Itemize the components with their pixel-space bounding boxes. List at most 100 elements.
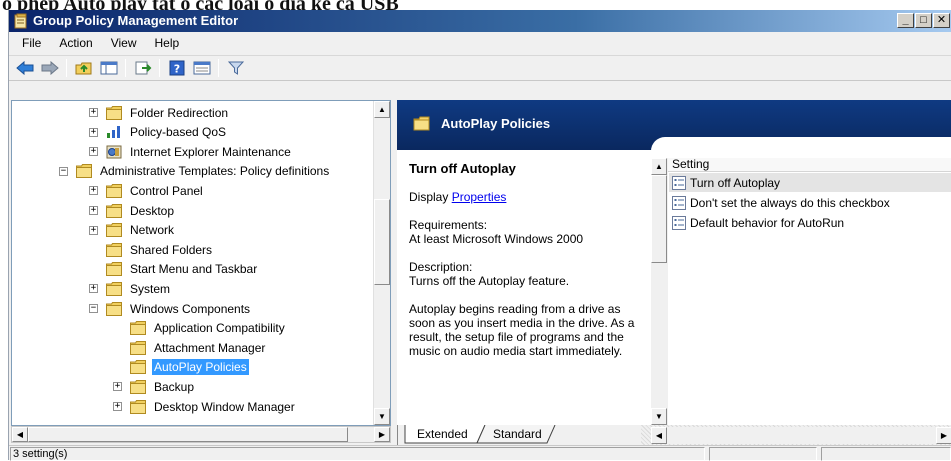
expand-icon[interactable]: + xyxy=(89,186,98,196)
expand-icon[interactable]: + xyxy=(89,127,98,137)
toolbar-separator xyxy=(125,59,126,77)
tree-item[interactable]: + Control Panel xyxy=(89,181,205,200)
description-block: Description: Turns off the Autoplay feat… xyxy=(409,260,650,288)
folder-icon xyxy=(106,242,122,257)
settings-vertical-scrollbar[interactable]: ▲ ▼ xyxy=(651,158,668,425)
description-body: Autoplay begins reading from a drive as … xyxy=(409,302,635,358)
requirements-value: At least Microsoft Windows 2000 xyxy=(409,232,584,246)
setting-label: Don't set the always do this checkbox xyxy=(690,195,890,210)
tree-item-label: Control Panel xyxy=(130,183,203,198)
status-setting-count: 3 setting(s) xyxy=(10,447,705,461)
requirements-block: Requirements: At least Microsoft Windows… xyxy=(409,218,650,246)
show-hide-tree-button[interactable] xyxy=(97,57,120,79)
tree-item[interactable]: + Policy-based QoS xyxy=(89,123,228,142)
collapse-icon[interactable]: − xyxy=(59,166,68,176)
setting-label: Turn off Autoplay xyxy=(690,175,781,190)
console-tree-icon xyxy=(100,61,117,75)
settings-horizontal-scrollbar[interactable]: ◀ ▶ xyxy=(651,427,951,444)
console-tree[interactable]: + Folder Redirection + Policy-based QoS + Int… xyxy=(11,100,391,426)
toolbar: ? xyxy=(9,55,951,81)
menu-file[interactable]: File xyxy=(13,32,50,54)
tree-item-label: Windows Components xyxy=(130,301,251,316)
collapse-icon[interactable]: − xyxy=(89,304,98,313)
settings-list[interactable]: ▲ ▼ Setting Turn off Autoplay Don't set t… xyxy=(651,137,951,425)
menu-view[interactable]: View xyxy=(102,32,146,54)
back-button[interactable] xyxy=(13,57,36,79)
scroll-thumb[interactable] xyxy=(374,199,390,285)
tree-item-label: Internet Explorer Maintenance xyxy=(130,144,291,159)
help-button[interactable]: ? xyxy=(165,57,188,79)
expand-icon[interactable]: + xyxy=(113,382,122,392)
tree-item[interactable]: − Windows Components xyxy=(89,299,252,318)
qos-chart-icon xyxy=(107,126,120,139)
tree-item[interactable]: + System xyxy=(89,279,172,298)
tree-vertical-scrollbar[interactable]: ▲ ▼ xyxy=(373,101,390,425)
svg-text:?: ? xyxy=(173,63,179,76)
properties-link[interactable]: Properties xyxy=(452,190,507,204)
export-list-icon xyxy=(135,61,151,75)
expand-icon[interactable]: + xyxy=(89,225,98,235)
tree-item-label: AutoPlay Policies xyxy=(152,359,249,376)
description-value: Turns off the Autoplay feature. xyxy=(409,274,570,288)
tree-item[interactable]: + Network xyxy=(89,221,176,240)
scroll-up-arrow[interactable]: ▲ xyxy=(651,158,667,175)
tree-item[interactable]: AutoPlay Policies xyxy=(113,358,249,377)
display-prefix: Display xyxy=(409,190,452,204)
maximize-button[interactable]: □ xyxy=(915,13,932,28)
menu-help[interactable]: Help xyxy=(146,32,189,54)
scroll-left-arrow[interactable]: ◀ xyxy=(651,427,667,444)
expand-icon[interactable]: + xyxy=(89,284,98,294)
expand-icon[interactable]: + xyxy=(89,108,98,117)
close-button[interactable]: ✕ xyxy=(933,13,950,28)
tree-item-label: System xyxy=(130,281,171,296)
scroll-thumb[interactable] xyxy=(28,427,348,442)
tree-item[interactable]: Attachment Manager xyxy=(113,338,267,357)
properties-view-button[interactable] xyxy=(190,57,213,79)
expand-icon[interactable]: + xyxy=(113,402,122,411)
scroll-right-arrow[interactable]: ▶ xyxy=(936,427,951,444)
toolbar-separator xyxy=(66,59,67,77)
forward-button[interactable] xyxy=(38,57,61,79)
folder-icon xyxy=(106,281,122,296)
tree-item[interactable]: − Administrative Templates: Policy defini… xyxy=(59,162,331,181)
tree-item-label: Policy-based QoS xyxy=(130,125,227,140)
tree-item[interactable]: Start Menu and Taskbar xyxy=(89,260,259,279)
setting-row[interactable]: Don't set the always do this checkbox xyxy=(669,193,951,212)
tree-item[interactable]: + Internet Explorer Maintenance xyxy=(89,142,293,161)
tree-item[interactable]: Application Compatibility xyxy=(113,319,287,338)
export-list-button[interactable] xyxy=(131,57,154,79)
tree-item[interactable]: + Desktop Window Manager xyxy=(113,397,297,416)
up-folder-button[interactable] xyxy=(72,57,95,79)
policy-editor-icon xyxy=(14,13,27,29)
filter-button[interactable] xyxy=(224,57,247,79)
scroll-left-arrow[interactable]: ◀ xyxy=(12,427,28,442)
policy-setting-icon xyxy=(672,215,686,230)
scroll-down-arrow[interactable]: ▼ xyxy=(374,408,390,425)
tree-item[interactable]: + Folder Redirection xyxy=(89,103,230,122)
tree-item[interactable]: + Desktop xyxy=(89,201,176,220)
tree-horizontal-scrollbar[interactable]: ◀ ▶ xyxy=(11,426,391,443)
scroll-up-arrow[interactable]: ▲ xyxy=(374,101,390,118)
scroll-down-arrow[interactable]: ▼ xyxy=(651,408,667,425)
tab-extended[interactable]: Extended xyxy=(409,425,476,444)
help-icon: ? xyxy=(169,60,184,76)
tree-item[interactable]: + Backup xyxy=(113,377,196,396)
expand-icon[interactable]: + xyxy=(89,147,98,157)
minimize-button[interactable]: _ xyxy=(897,13,914,28)
setting-row[interactable]: Default behavior for AutoRun xyxy=(669,213,951,232)
scroll-thumb[interactable] xyxy=(651,175,667,263)
folder-icon xyxy=(106,223,122,238)
forward-arrow-icon xyxy=(41,61,59,75)
expand-icon[interactable]: + xyxy=(89,206,98,215)
up-folder-icon xyxy=(75,62,91,75)
menu-action[interactable]: Action xyxy=(50,32,101,54)
back-arrow-icon xyxy=(15,61,33,75)
tab-standard[interactable]: Standard xyxy=(485,425,550,444)
tree-item[interactable]: Shared Folders xyxy=(89,240,214,259)
gpme-window: Group Policy Management Editor _ □ ✕ Fil… xyxy=(8,10,951,461)
column-header-setting[interactable]: Setting xyxy=(668,158,951,172)
tree-item-label: Start Menu and Taskbar xyxy=(130,262,258,277)
setting-row[interactable]: Turn off Autoplay xyxy=(669,173,951,192)
title-bar[interactable]: Group Policy Management Editor _ □ ✕ xyxy=(9,10,951,32)
scroll-right-arrow[interactable]: ▶ xyxy=(374,427,390,442)
